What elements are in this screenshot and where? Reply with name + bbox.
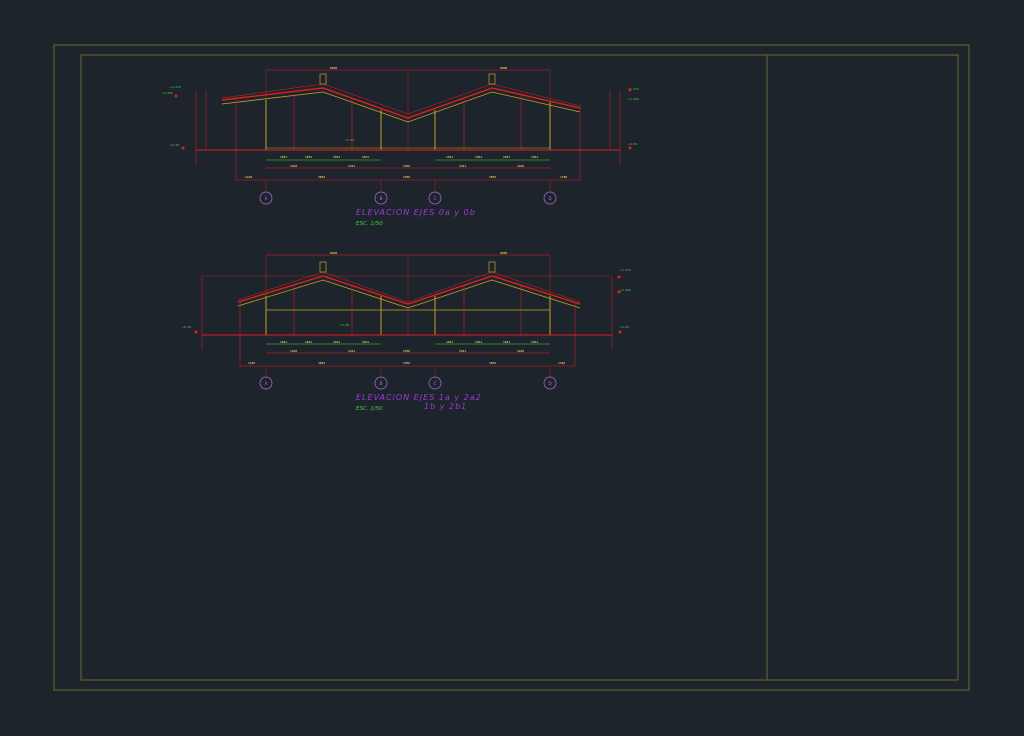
svg-text:1050: 1050: [403, 349, 410, 353]
elevation-2-scale: ESC. 1/50: [356, 406, 383, 412]
svg-text:1940: 1940: [517, 164, 524, 168]
svg-text:1051: 1051: [280, 340, 287, 344]
elevation-1-scale: ESC. 1/50: [356, 221, 383, 227]
svg-text:1940: 1940: [517, 349, 524, 353]
inner-frame: [80, 54, 959, 681]
axis-d-label-2: D: [548, 381, 551, 386]
svg-text:1051: 1051: [305, 155, 312, 159]
svg-text:1050: 1050: [403, 175, 410, 179]
axis-b-label-1: B: [380, 196, 383, 201]
svg-text:1051: 1051: [446, 155, 453, 159]
svg-text:1051: 1051: [446, 340, 453, 344]
svg-text:1051: 1051: [503, 340, 510, 344]
svg-text:1051: 1051: [475, 155, 482, 159]
svg-text:1051: 1051: [531, 340, 538, 344]
svg-text:1051: 1051: [475, 340, 482, 344]
svg-text:1348: 1348: [560, 175, 567, 179]
svg-text:1941: 1941: [459, 349, 466, 353]
svg-text:1346: 1346: [558, 361, 565, 365]
svg-text:3881: 3881: [489, 175, 496, 179]
svg-text:1941: 1941: [459, 164, 466, 168]
svg-text:1428: 1428: [245, 175, 252, 179]
svg-text:1051: 1051: [362, 340, 369, 344]
svg-text:+4.07m: +4.07m: [620, 268, 631, 272]
svg-text:3881: 3881: [318, 175, 325, 179]
svg-text:1051: 1051: [280, 155, 287, 159]
svg-text:1051: 1051: [305, 340, 312, 344]
elevation-1: 1051 1051 1051 1051 1051 1051 1051 1051 1940 19…: [162, 66, 639, 227]
svg-text:+3.60m: +3.60m: [628, 97, 639, 101]
elevation-2-title-line2: 1b y 2b1: [424, 402, 467, 411]
svg-text:1051: 1051: [333, 155, 340, 159]
svg-text:1941: 1941: [348, 349, 355, 353]
svg-text:+0.00: +0.00: [340, 323, 349, 327]
svg-text:+0.00: +0.00: [345, 138, 354, 142]
svg-text:+0.00: +0.00: [628, 142, 637, 146]
outer-frame: [53, 44, 970, 691]
axis-a-label-1: A: [265, 196, 268, 201]
svg-text:+3.60m: +3.60m: [162, 91, 173, 95]
svg-text:8068: 8068: [500, 66, 507, 70]
svg-text:1940: 1940: [290, 164, 297, 168]
svg-text:1051: 1051: [531, 155, 538, 159]
svg-text:+0.00: +0.00: [620, 325, 629, 329]
svg-text:8068: 8068: [330, 251, 337, 255]
axis-a-label-2: A: [265, 381, 268, 386]
svg-text:1941: 1941: [348, 164, 355, 168]
elevation-2-title: ELEVACION EJES 1a y 2a2: [356, 393, 482, 402]
svg-text:1940: 1940: [290, 349, 297, 353]
svg-text:+0.00: +0.00: [182, 325, 191, 329]
svg-text:8068: 8068: [500, 251, 507, 255]
cad-drawing-sheet: 1051 1051 1051 1051 1051 1051 1051 1051 1940 19…: [53, 44, 970, 691]
axis-c-label-1: C: [434, 196, 437, 201]
elevation-1-title: ELEVACION EJES 0a y 0b: [356, 208, 476, 217]
svg-text:1051: 1051: [362, 155, 369, 159]
svg-text:3881: 3881: [489, 361, 496, 365]
svg-text:+4.07m: +4.07m: [170, 85, 181, 89]
svg-text:+0.00: +0.00: [170, 143, 179, 147]
axis-d-label-1: D: [548, 196, 551, 201]
svg-text:+3.60m: +3.60m: [620, 288, 631, 292]
svg-text:1050: 1050: [403, 361, 410, 365]
svg-text:1050: 1050: [403, 164, 410, 168]
axis-b-label-2: B: [380, 381, 383, 386]
svg-text:3881: 3881: [318, 361, 325, 365]
elevation-2: 1051 1051 1051 1051 1051 1051 1051 1051 1940 19…: [182, 251, 631, 412]
svg-text:1051: 1051: [503, 155, 510, 159]
axis-c-label-2: C: [434, 381, 437, 386]
svg-text:8068: 8068: [330, 66, 337, 70]
svg-text:1051: 1051: [333, 340, 340, 344]
svg-text:1346: 1346: [248, 361, 255, 365]
